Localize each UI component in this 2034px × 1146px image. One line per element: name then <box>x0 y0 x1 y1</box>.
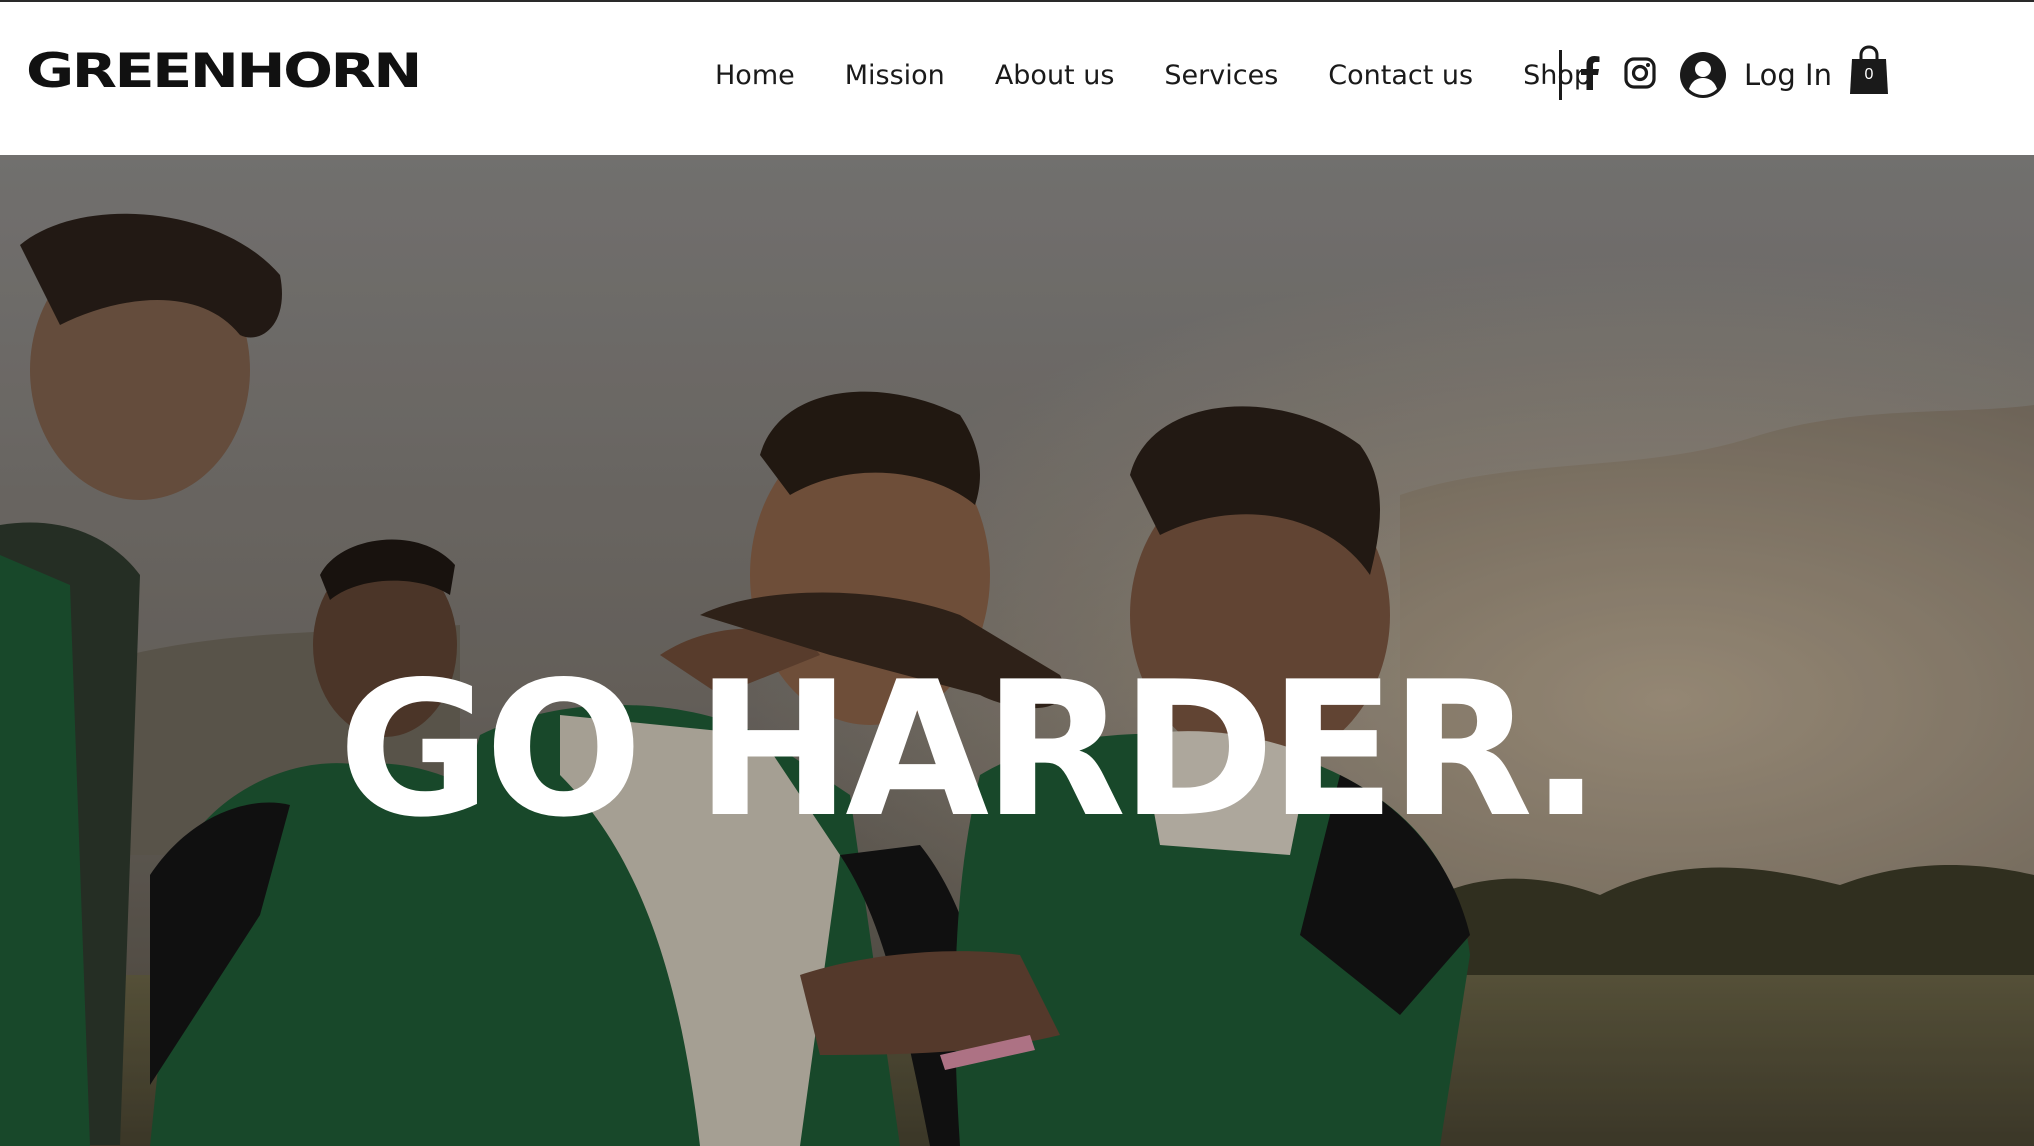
login-button[interactable]: Log In <box>1680 52 1832 98</box>
user-avatar-icon <box>1680 52 1726 98</box>
nav-mission[interactable]: Mission <box>845 60 945 91</box>
main-nav: Home Mission About us Services Contact u… <box>690 50 1616 100</box>
facebook-icon[interactable] <box>1572 55 1608 91</box>
hero-headline: GO HARDER. <box>338 641 1601 858</box>
nav-services[interactable]: Services <box>1164 60 1278 91</box>
cart-icon[interactable]: 0 <box>1848 44 1890 96</box>
site-header: GREENHORN Home Mission About us Services… <box>0 2 2034 155</box>
nav-about-us[interactable]: About us <box>995 60 1115 91</box>
login-label: Log In <box>1744 58 1832 92</box>
nav-contact-us[interactable]: Contact us <box>1328 60 1473 91</box>
brand-logo[interactable]: GREENHORN <box>26 42 422 102</box>
nav-home[interactable]: Home <box>715 60 795 91</box>
hero-section: GO HARDER. <box>0 155 2034 1146</box>
instagram-icon[interactable] <box>1622 55 1658 91</box>
nav-divider <box>1559 50 1562 100</box>
cart-count: 0 <box>1864 66 1874 83</box>
